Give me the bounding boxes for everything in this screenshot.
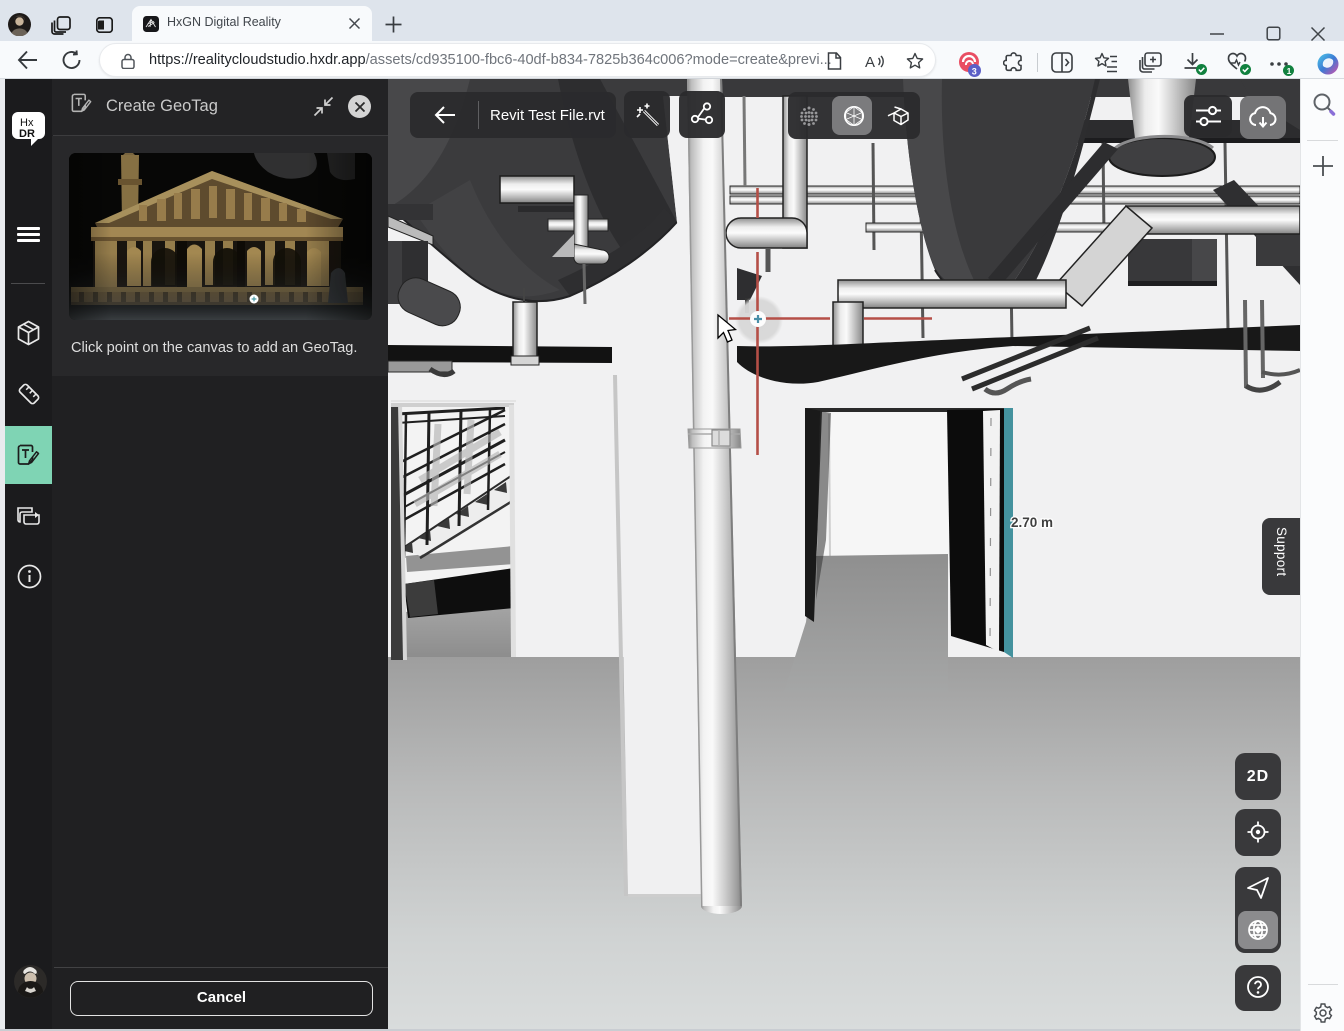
svg-text:DR: DR (19, 128, 35, 140)
svg-text:1: 1 (1287, 66, 1292, 76)
svg-text:3: 3 (972, 67, 977, 77)
svg-text:A: A (865, 54, 875, 69)
svg-text:2.70 m: 2.70 m (1011, 515, 1053, 530)
